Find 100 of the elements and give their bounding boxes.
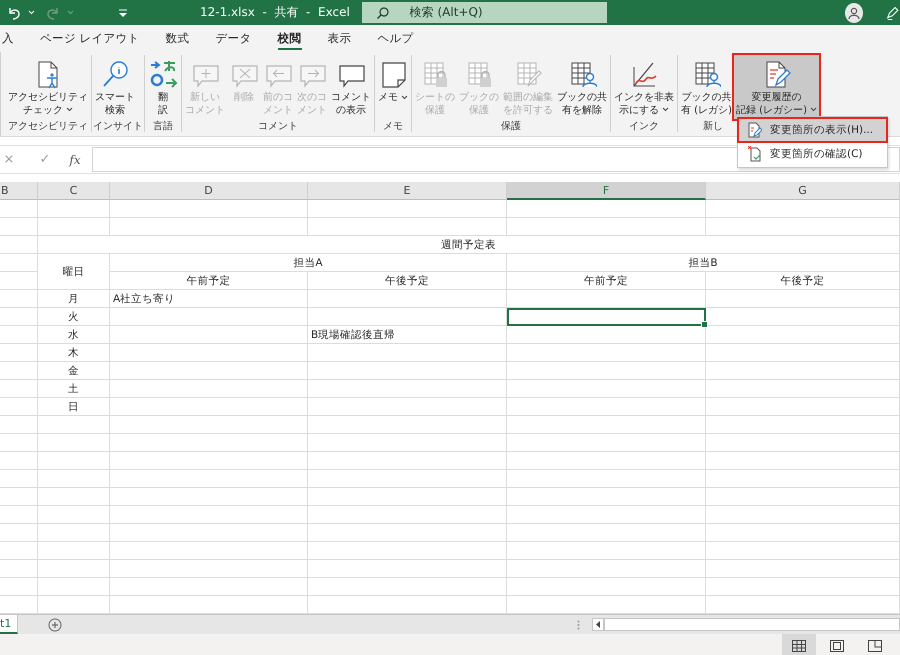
ribbon-tab[interactable]: データ (214, 25, 254, 52)
ribbon-button[interactable]: インクを非表 示にする (612, 55, 676, 119)
table-cell: A社立ち寄り (110, 290, 308, 308)
group-label: インク (629, 120, 659, 133)
ribbon-button[interactable]: 変更履歴の 記録 (レガシー) (734, 55, 819, 119)
caret-icon (662, 107, 669, 112)
table-cell: 月 (38, 290, 110, 308)
drag-handle-icon (577, 620, 580, 630)
account-button[interactable] (845, 2, 864, 22)
table-header: 担当B (507, 254, 900, 272)
table-cell: 木 (38, 344, 110, 362)
ribbon-tab[interactable]: 校閲 (276, 25, 304, 52)
table-cell (38, 218, 110, 236)
view-button[interactable] (782, 634, 816, 655)
ribbon-button[interactable]: アクセシビリティ チェック (6, 55, 90, 119)
pen-icon (885, 4, 900, 20)
selected-cell[interactable] (507, 308, 706, 326)
table-title: 週間予定表 (38, 236, 900, 254)
ribbon-tab[interactable]: 数式 (164, 25, 192, 52)
table-cell (0, 416, 38, 434)
page-layout-icon (830, 640, 844, 652)
table-cell (0, 380, 38, 398)
table-cell (0, 452, 38, 470)
ribbon-button[interactable]: メモ (376, 55, 410, 119)
caret-icon (810, 107, 817, 112)
table-cell (38, 506, 110, 524)
table-cell (38, 578, 110, 596)
search-field[interactable]: 検索 (Alt+Q) (362, 2, 608, 23)
table-header: 午後予定 (308, 272, 507, 290)
table-cell (38, 200, 110, 218)
column-header[interactable]: B (0, 182, 38, 200)
customize-icon (118, 8, 128, 18)
table-cell: B現場確認後直帰 (308, 326, 507, 344)
document-check-icon (748, 146, 762, 162)
ribbon-tab[interactable]: ページ レイアウト (38, 25, 142, 52)
table-header: 午後予定 (706, 272, 900, 290)
group-label: メモ (383, 120, 403, 133)
column-header[interactable]: E (308, 182, 507, 200)
ribbon-button[interactable]: スマート 検索 (93, 55, 137, 119)
ribbon-button[interactable]: コメント の表示 (329, 55, 373, 119)
table-cell (0, 578, 38, 596)
search-icon (376, 6, 390, 20)
table-cell (38, 452, 110, 470)
table-cell (0, 272, 38, 290)
group-label: 新し (703, 120, 723, 133)
table-cell (38, 434, 110, 452)
table-cell (0, 218, 38, 236)
ribbon-tab[interactable]: ヘルプ (376, 25, 416, 52)
table-cell (0, 542, 38, 560)
menu-item[interactable]: 変更箇所の確認(C) (738, 142, 887, 166)
table-cell (0, 434, 38, 452)
column-header[interactable]: D (110, 182, 308, 200)
table-cell (0, 488, 38, 506)
horizontal-scrollbar[interactable] (604, 618, 900, 631)
ribbon-button[interactable]: 翻 訳 (146, 55, 180, 119)
caret-icon (67, 10, 74, 15)
table-header: 担当A (110, 254, 507, 272)
group-label: アクセシビリティ (8, 120, 88, 133)
column-header[interactable]: G (706, 182, 900, 200)
table-cell (38, 560, 110, 578)
table-header: 午前予定 (507, 272, 706, 290)
table-cell (0, 524, 38, 542)
scroll-left-button[interactable] (592, 618, 604, 631)
table-cell (0, 308, 38, 326)
group-label: 保護 (501, 120, 521, 133)
ribbon-button[interactable]: ブックの共 有 (レガシ) (679, 55, 734, 119)
table-cell (0, 290, 38, 308)
table-cell (0, 470, 38, 488)
sheet-tab[interactable]: t1 (0, 615, 18, 634)
table-header: 午前予定 (110, 272, 308, 290)
group-label: コメント (258, 120, 298, 133)
caret-icon (28, 10, 35, 15)
table-cell (38, 524, 110, 542)
fill-handle[interactable] (701, 321, 708, 328)
table-cell (0, 200, 38, 218)
ribbon-tab[interactable]: 入 (0, 25, 16, 52)
table-cell: 日 (38, 398, 110, 416)
document-pencil-icon (748, 122, 762, 138)
table-cell: 土 (38, 380, 110, 398)
table-cell (0, 236, 38, 254)
menu-item[interactable]: 変更箇所の表示(H)... (738, 118, 887, 142)
table-header: 曜日 (38, 254, 110, 290)
page-break-icon (868, 640, 882, 652)
table-cell (38, 416, 110, 434)
translate-icon (148, 59, 178, 89)
table-cell (0, 254, 38, 272)
ribbon-tab[interactable]: 表示 (326, 25, 354, 52)
table-cell: 火 (38, 308, 110, 326)
table-cell (38, 542, 110, 560)
ribbon-button[interactable]: ブックの共 有を解除 (555, 55, 609, 119)
table-cell (0, 344, 38, 362)
window-title: 12-1.xlsx - 共有 - Excel (200, 4, 351, 21)
add-sheet-icon (48, 618, 62, 632)
table-cell (38, 488, 110, 506)
table-cell (0, 506, 38, 524)
grid-icon (792, 640, 806, 652)
column-header[interactable]: C (38, 182, 110, 200)
column-header[interactable]: F (507, 182, 706, 200)
table-cell (0, 362, 38, 380)
insert-function-button[interactable]: fx (64, 152, 86, 166)
